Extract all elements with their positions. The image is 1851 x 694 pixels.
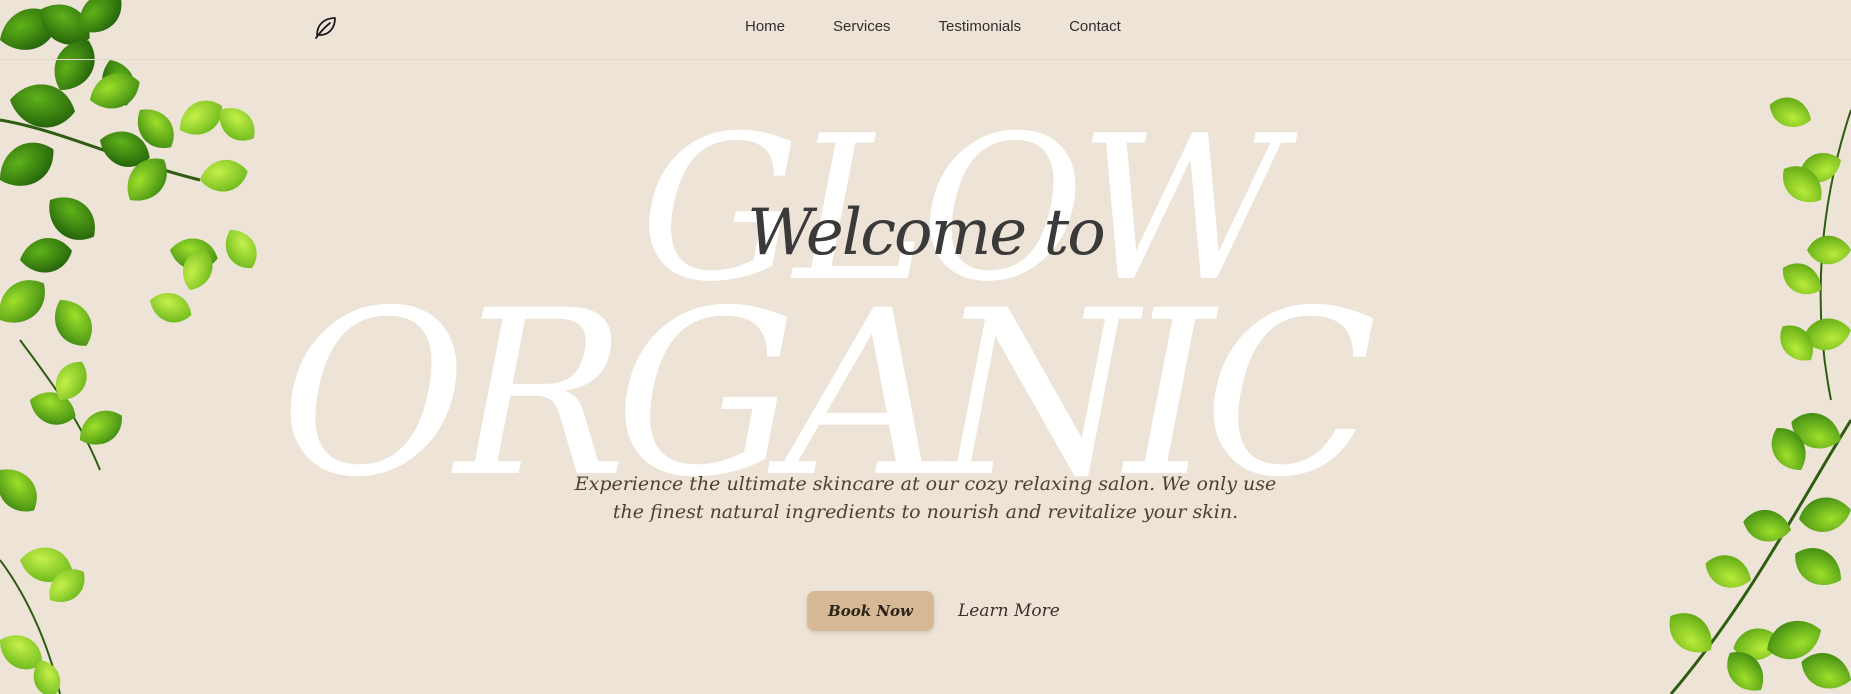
nav-home[interactable]: Home [745, 18, 785, 36]
left-foliage-image [0, 0, 265, 694]
hero-cta-group: Book Now Learn More [807, 591, 1060, 631]
hero-description: Experience the ultimate skincare at our … [0, 470, 1851, 526]
hero-description-line-1: Experience the ultimate skincare at our … [574, 473, 1277, 495]
learn-more-link[interactable]: Learn More [958, 601, 1060, 621]
nav-services[interactable]: Services [833, 18, 891, 36]
right-foliage-image [1659, 91, 1851, 694]
hero-description-line-2: the finest natural ingredients to nouris… [612, 501, 1239, 523]
book-now-button[interactable]: Book Now [807, 591, 934, 631]
leaf-icon[interactable] [312, 13, 340, 41]
hero-heading: Welcome to [747, 196, 1105, 270]
page: Home Services Testimonials Contact GLOW … [0, 0, 1851, 694]
site-header: Home Services Testimonials Contact [0, 0, 1851, 60]
nav-contact[interactable]: Contact [1069, 18, 1121, 36]
main-nav: Home Services Testimonials Contact [745, 18, 1169, 36]
nav-testimonials[interactable]: Testimonials [939, 18, 1022, 36]
